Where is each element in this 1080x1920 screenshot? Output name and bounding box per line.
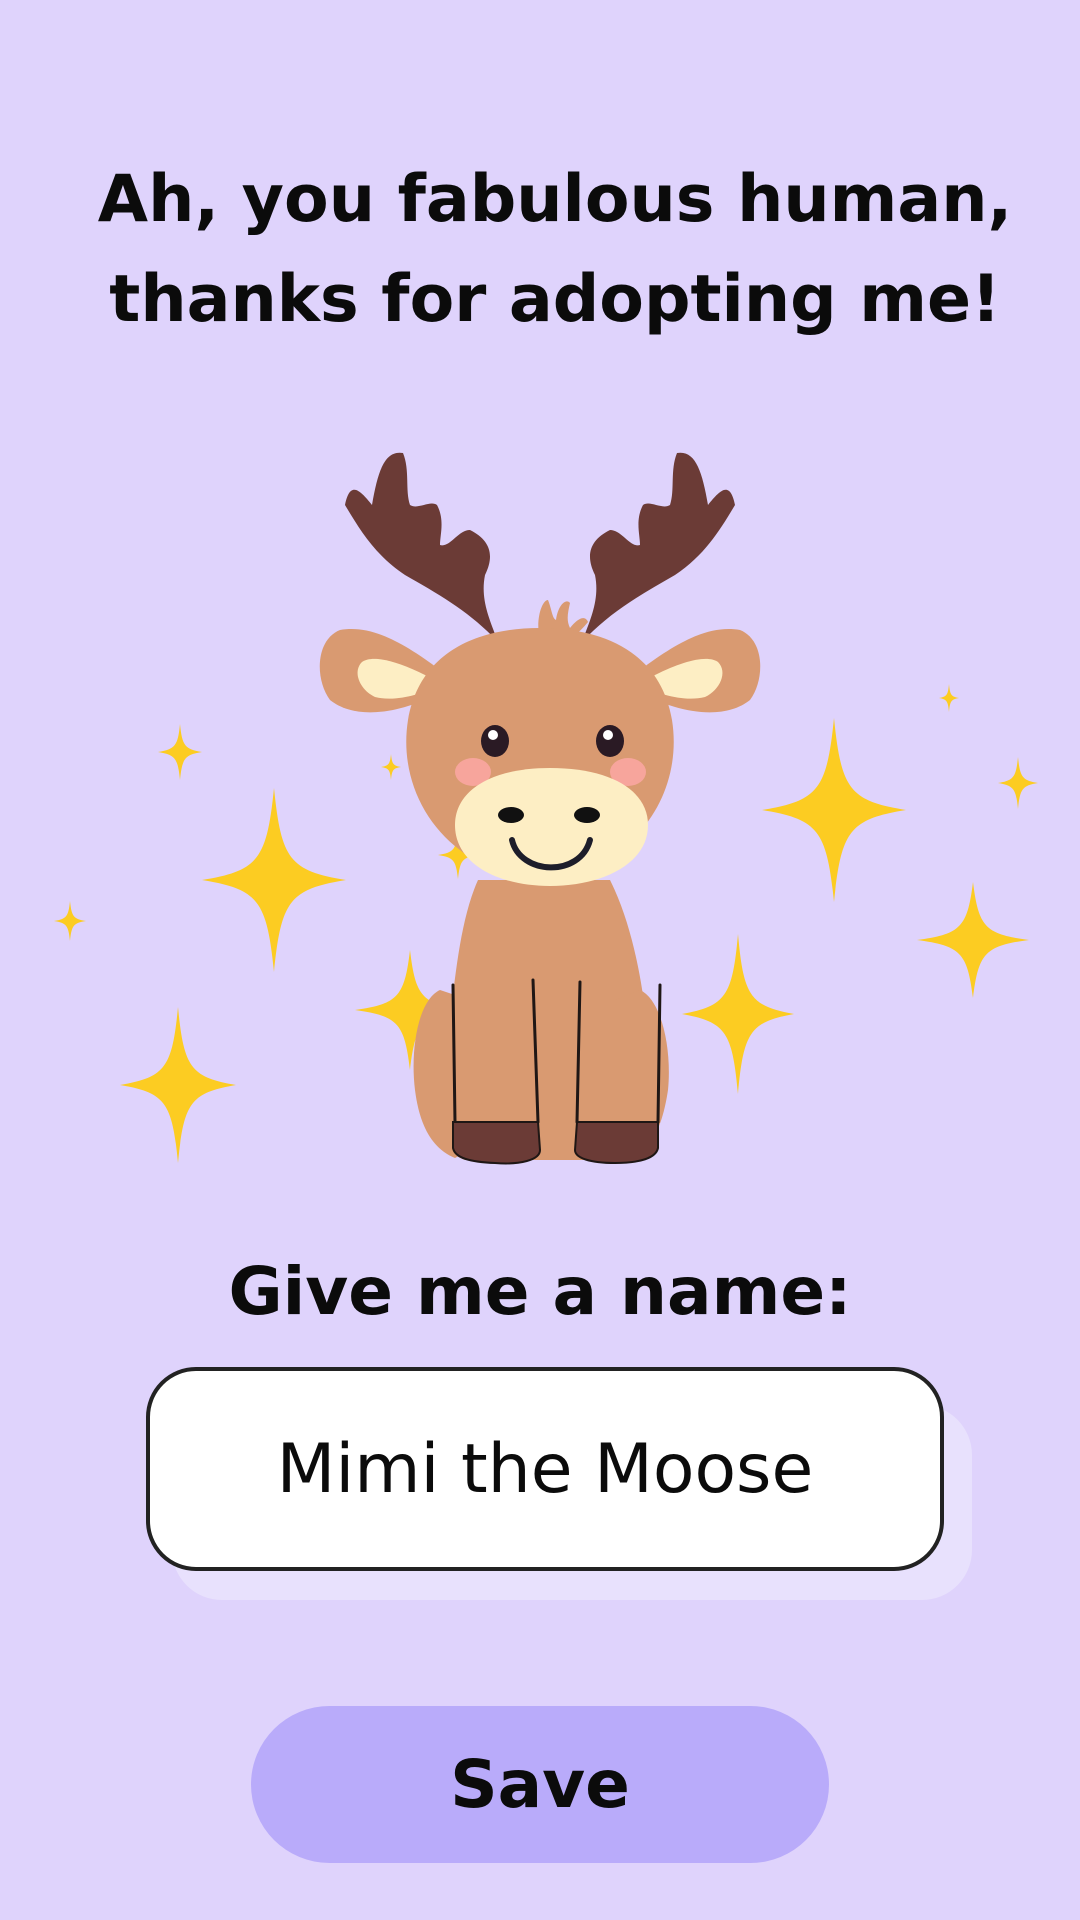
adoption-naming-screen: Ah, you fabulous human, thanks for adopt… <box>0 0 1080 1920</box>
sparkle-icon <box>54 901 86 941</box>
page-title-line-1: Ah, you fabulous human, <box>97 162 1013 237</box>
sparkle-icon <box>202 788 346 972</box>
sparkle-icon <box>939 684 959 712</box>
pet-name-input[interactable]: Mimi the Moose <box>146 1367 944 1571</box>
sparkle-icon <box>120 1007 236 1163</box>
name-prompt-label: Give me a name: <box>228 1253 852 1330</box>
sparkle-icon <box>682 934 794 1094</box>
sparkle-icon <box>381 754 401 780</box>
sparkle-icon <box>158 724 202 780</box>
save-button[interactable]: Save <box>251 1706 829 1863</box>
sparkle-icon <box>917 882 1029 998</box>
sparkle-icon <box>998 757 1038 809</box>
moose-illustration <box>54 452 1038 1165</box>
sparkle-icon <box>762 718 906 902</box>
moose-icon <box>319 452 761 1165</box>
page-title-line-2: thanks for adopting me! <box>109 262 1001 337</box>
page-title: Ah, you fabulous human, thanks for adopt… <box>60 150 1050 350</box>
